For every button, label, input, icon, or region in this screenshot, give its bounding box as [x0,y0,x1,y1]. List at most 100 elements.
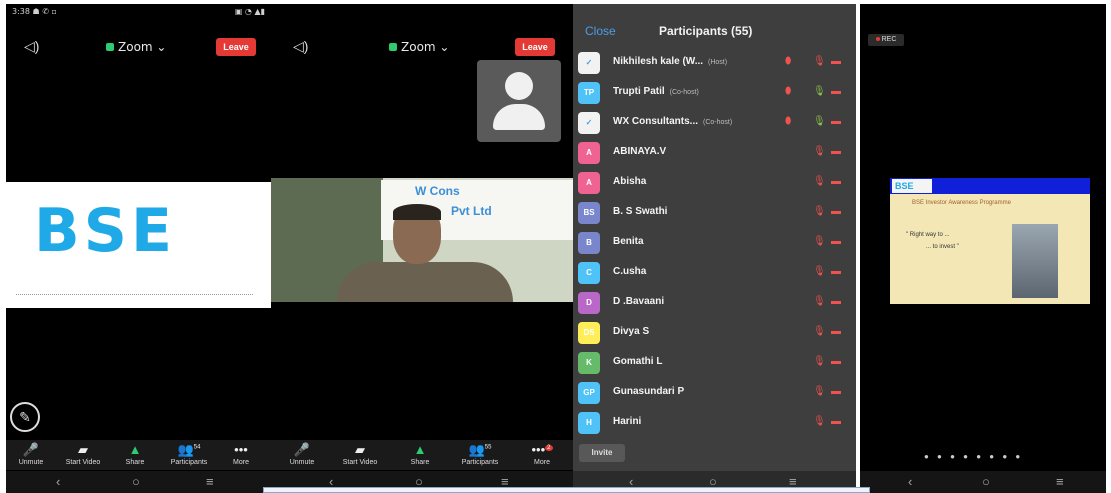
zoom-label: Zoom ⌄ [118,40,167,54]
participant-name: Benita [613,236,644,247]
camera-icon[interactable]: ▬ [831,176,841,187]
camera-icon[interactable]: ▬ [831,266,841,277]
participant-row[interactable]: D D .Bavaani 🎙 ▬ [573,288,856,318]
avatar: C [578,262,600,284]
mic-muted-icon[interactable]: 🎙 [813,266,826,277]
avatar: A [578,142,600,164]
participants-icon: 👥54 [177,442,201,457]
share-icon: ▲ [413,442,427,457]
participant-row[interactable]: C C.usha 🎙 ▬ [573,258,856,288]
mic-muted-icon[interactable]: 🎙 [813,386,826,397]
participant-row[interactable]: A Abisha 🎙 ▬ [573,168,856,198]
participant-name: Trupti Patil (Co-host) [613,86,699,97]
camera-icon[interactable]: ▬ [831,206,841,217]
participant-row[interactable]: H Harini 🎙 ▬ [573,408,856,438]
annotate-pencil-icon[interactable]: ✎ [10,402,40,432]
back-icon[interactable]: ‹ [56,474,60,489]
camera-icon[interactable]: ▬ [831,386,841,397]
avatar: GP [578,382,600,404]
camera-icon[interactable]: ▬ [831,356,841,367]
camera-icon[interactable]: ▬ [831,326,841,337]
back-icon[interactable]: ‹ [908,474,912,489]
participant-row[interactable]: ✓ Nikhilesh kale (W... (Host) ⬮ 🎙 ▬ [573,48,856,78]
participant-row[interactable]: A ABINAYA.V 🎙 ▬ [573,138,856,168]
camera-icon[interactable]: ▬ [831,416,841,427]
camera-icon[interactable]: ▬ [831,86,841,97]
mic-muted-icon[interactable]: 🎙 [813,356,826,367]
home-icon[interactable]: ○ [132,474,140,489]
video-off-icon: ⬮ [785,86,792,97]
participant-row[interactable]: GP Gunasundari P 🎙 ▬ [573,378,856,408]
speaker-icon[interactable]: ◁) [24,38,39,55]
mic-muted-icon[interactable]: 🎙 [813,416,826,427]
android-nav-bar: ‹ ○ ≡ [6,471,271,493]
speaker-icon[interactable]: ◁) [293,38,308,55]
mic-muted-icon[interactable]: 🎙 [813,326,826,337]
phone-screen-2: ◁) Zoom ⌄ Leave W Cons Pvt Ltd 🎤 Unmute ▰… [271,4,573,493]
more-button[interactable]: ••• 2 More [517,442,567,466]
participants-title: Participants (55) [659,24,753,38]
camera-icon[interactable]: ▬ [831,146,841,157]
close-button[interactable]: Close [585,24,616,38]
recents-icon[interactable]: ≡ [1056,474,1064,489]
building-image [1012,224,1058,298]
mic-muted-icon[interactable]: 🎙 [813,56,826,67]
mic-on-icon[interactable]: 🎙 [813,86,826,97]
participant-row[interactable]: K Gomathi L 🎙 ▬ [573,348,856,378]
recording-indicator: REC [868,34,904,46]
divider [16,294,253,295]
shield-icon [389,43,397,51]
start-video-button[interactable]: ▰ Start Video [58,442,108,466]
more-button[interactable]: ••• More [216,442,266,466]
avatar-body [493,104,545,130]
participant-name: Harini [613,416,642,427]
camera-icon[interactable]: ▬ [831,296,841,307]
avatar: D [578,292,600,314]
phone-screen-4: REC BSE BSE Investor Awareness Programme… [860,4,1106,493]
home-icon[interactable]: ○ [982,474,990,489]
slide-title: BSE Investor Awareness Programme [912,200,1011,206]
share-button[interactable]: ▲ Share [110,442,160,466]
self-view-thumbnail[interactable] [477,60,561,142]
meeting-toolbar: 🎤 Unmute ▰ Start Video ▲ Share 👥54 Participa… [6,440,271,470]
participant-row[interactable]: DS Divya S 🎙 ▬ [573,318,856,348]
android-nav-bar: ‹ ○ ≡ [860,471,1106,493]
mic-muted-icon[interactable]: 🎙 [813,236,826,247]
camera-icon[interactable]: ▬ [831,116,841,127]
active-speaker-video: W Cons Pvt Ltd [271,178,573,302]
avatar: ✓ [578,52,600,74]
zoom-menu[interactable]: Zoom ⌄ [389,40,449,54]
leave-button[interactable]: Leave [216,38,256,56]
participant-name: Gomathi L [613,356,663,367]
invite-button[interactable]: Invite [579,444,625,462]
camera-icon[interactable]: ▬ [831,56,841,67]
mic-muted-icon[interactable]: 🎙 [813,206,826,217]
leave-button[interactable]: Leave [515,38,555,56]
share-icon: ▲ [128,442,142,457]
mic-muted-icon[interactable]: 🎙 [813,296,826,307]
start-video-button[interactable]: ▰ Start Video [335,442,385,466]
participant-row[interactable]: TP Trupti Patil (Co-host) ⬮ 🎙 ▬ [573,78,856,108]
participants-button[interactable]: 👥54 Participants [164,442,214,466]
slide-quote-line1: " Right way to ... [906,232,950,238]
participant-row[interactable]: BS B. S Swathi 🎙 ▬ [573,198,856,228]
page-indicator[interactable]: ● ● ● ● ● ● ● ● [924,452,1023,461]
zoom-menu[interactable]: Zoom ⌄ [106,40,166,54]
mic-muted-icon[interactable]: 🎙 [813,146,826,157]
recents-icon[interactable]: ≡ [206,474,214,489]
mic-muted-icon[interactable]: 🎙 [813,176,826,187]
share-button[interactable]: ▲ Share [395,442,445,466]
participant-row[interactable]: B Benita 🎙 ▬ [573,228,856,258]
avatar: B [578,232,600,254]
mic-on-icon[interactable]: 🎙 [813,116,826,127]
participants-button[interactable]: 👥55 Participants [455,442,505,466]
unmute-button[interactable]: 🎤 Unmute [277,442,327,466]
participant-name: Divya S [613,326,650,337]
participant-row[interactable]: ✓ WX Consultants... (Co-host) ⬮ 🎙 ▬ [573,108,856,138]
unmute-button[interactable]: 🎤 Unmute [6,442,56,466]
status-bar: 3:38 ☗ ✆ ▫ ▣ ◔ ▲▮ [6,4,271,18]
video-off-icon: ⬮ [785,56,792,67]
status-icons: ▣ ◔ ▲▮ [234,7,265,16]
camera-icon[interactable]: ▬ [831,236,841,247]
more-icon: ••• [234,442,248,457]
